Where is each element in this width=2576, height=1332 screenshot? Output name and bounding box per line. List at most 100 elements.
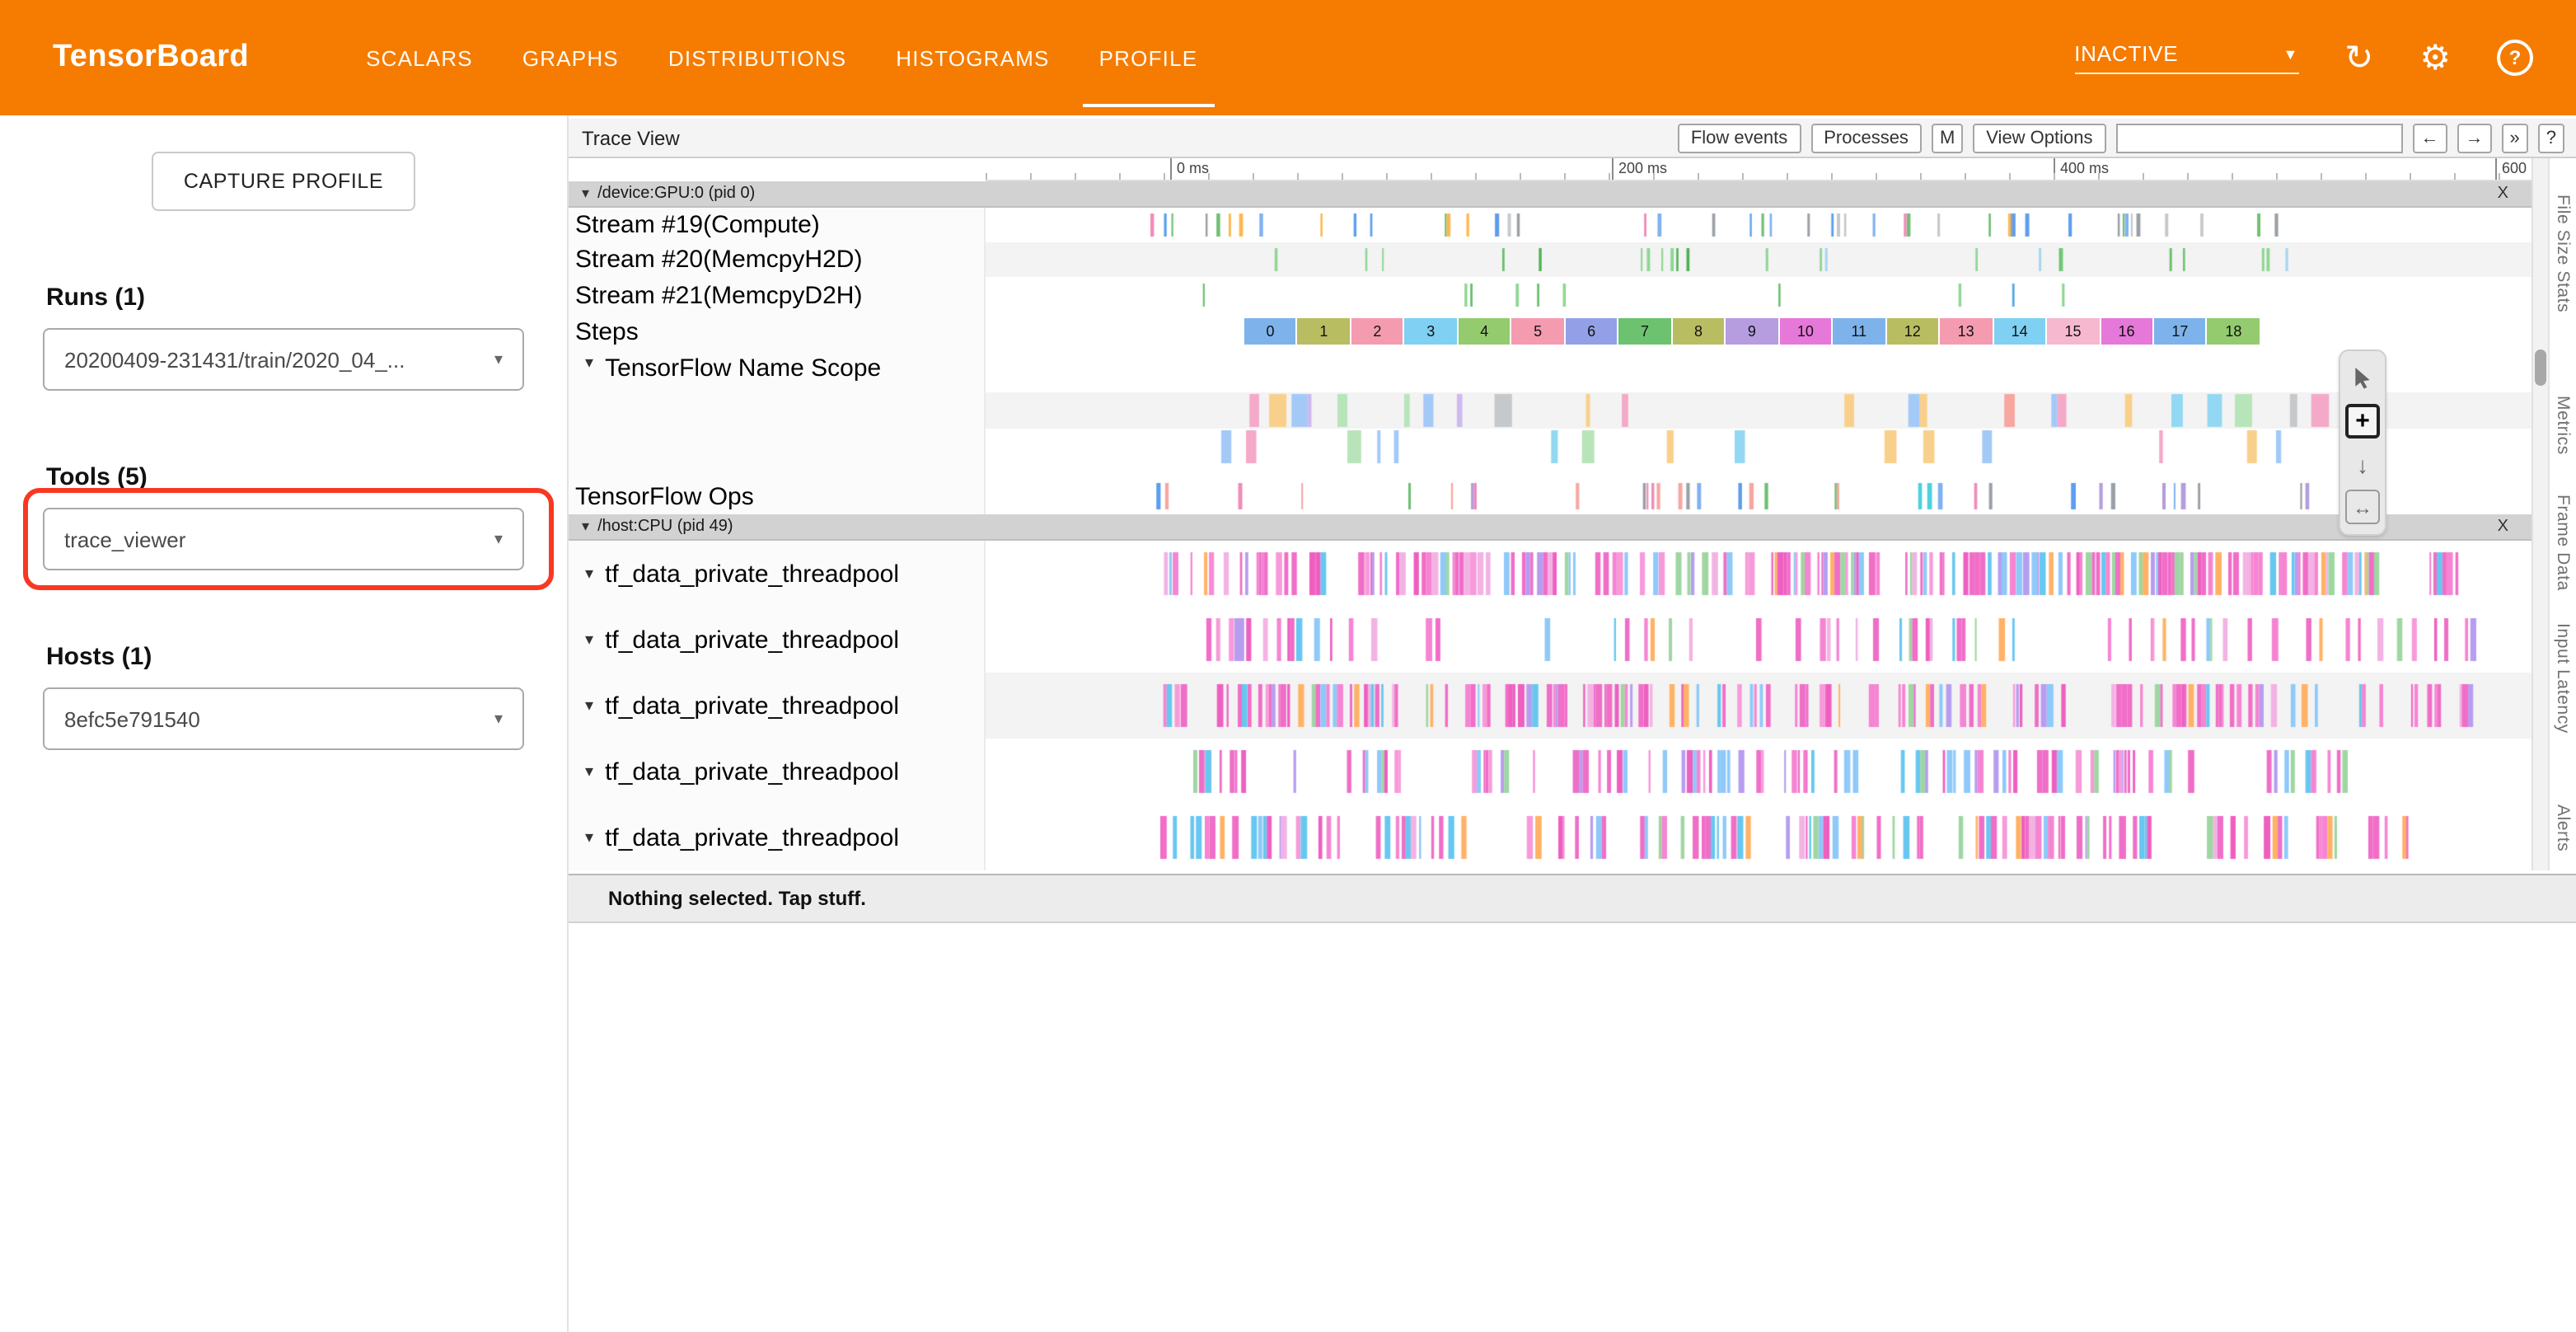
step-block[interactable]: 7: [1619, 318, 1671, 345]
tab-frame-data[interactable]: Frame Data: [2553, 495, 2573, 591]
step-block[interactable]: 17: [2154, 318, 2206, 345]
refresh-icon[interactable]: ↻: [2344, 40, 2373, 75]
forward-button[interactable]: →: [2457, 123, 2492, 152]
track-label[interactable]: ▾ tf_data_private_threadpool: [569, 673, 986, 739]
track-label[interactable]: ▾ tf_data_private_threadpool: [569, 804, 986, 870]
track-label[interactable]: ▾ tf_data_private_threadpool: [569, 541, 986, 607]
trace-canvas[interactable]: [986, 478, 2532, 514]
step-block[interactable]: 6: [1566, 318, 1618, 345]
capture-profile-button[interactable]: CAPTURE PROFILE: [152, 152, 415, 211]
m-button[interactable]: M: [1932, 123, 1963, 152]
trace-canvas[interactable]: [986, 541, 2532, 607]
tools-dropdown[interactable]: trace_viewer ▾: [43, 508, 524, 570]
flow-events-button[interactable]: Flow events: [1678, 123, 1801, 152]
step-block[interactable]: 13: [1940, 318, 1992, 345]
tab-metrics[interactable]: Metrics: [2553, 396, 2573, 455]
processes-button[interactable]: Processes: [1810, 123, 1922, 152]
runs-dropdown[interactable]: 20200409-231431/train/2020_04_... ▾: [43, 328, 524, 391]
trace-canvas[interactable]: [986, 208, 2532, 242]
track-timeline[interactable]: [986, 607, 2532, 673]
step-block[interactable]: 3: [1405, 318, 1457, 345]
name-scope-band[interactable]: [986, 429, 2532, 465]
tab-alerts[interactable]: Alerts: [2553, 804, 2573, 851]
gear-icon[interactable]: ⚙: [2419, 40, 2451, 75]
step-block[interactable]: 0: [1244, 318, 1296, 345]
tab-file-size-stats[interactable]: File Size Stats: [2553, 195, 2573, 312]
track-timeline[interactable]: [986, 242, 2532, 277]
step-block[interactable]: 2: [1351, 318, 1403, 345]
track-label[interactable]: ▾ tf_data_private_threadpool: [569, 739, 986, 804]
collapse-icon[interactable]: ▾: [582, 518, 589, 536]
trace-canvas[interactable]: [986, 607, 2532, 673]
tab-graphs[interactable]: GRAPHS: [498, 0, 644, 115]
toolbar-help-button[interactable]: ?: [2538, 123, 2564, 152]
step-block[interactable]: 5: [1512, 318, 1564, 345]
track-timeline[interactable]: [986, 739, 2532, 804]
vertical-scrollbar[interactable]: [2532, 158, 2548, 870]
trace-canvas[interactable]: [986, 242, 2532, 277]
view-options-button[interactable]: View Options: [1973, 123, 2105, 152]
tab-input-latency[interactable]: Input Latency: [2553, 623, 2573, 734]
step-block[interactable]: 10: [1779, 318, 1831, 345]
track-timeline[interactable]: 0123456789101112131415161718: [986, 313, 2532, 349]
collapse-icon[interactable]: ▾: [585, 565, 593, 583]
trace-canvas[interactable]: [986, 392, 2532, 429]
help-icon[interactable]: ?: [2497, 40, 2533, 76]
tab-scalars[interactable]: SCALARS: [341, 0, 498, 115]
collapse-icon[interactable]: ▾: [582, 185, 589, 203]
step-block[interactable]: 12: [1886, 318, 1938, 345]
step-block[interactable]: 1: [1298, 318, 1350, 345]
select-tool-icon[interactable]: [2345, 361, 2380, 396]
tab-distributions[interactable]: DISTRIBUTIONS: [644, 0, 871, 115]
collapse-icon[interactable]: ▾: [585, 762, 593, 781]
trace-canvas[interactable]: [986, 429, 2532, 465]
step-block[interactable]: 14: [1993, 318, 2045, 345]
trace-canvas[interactable]: [986, 673, 2532, 739]
zoom-tool-icon[interactable]: +: [2345, 404, 2380, 439]
scrollbar-thumb[interactable]: [2535, 349, 2546, 386]
track-label[interactable]: TensorFlow Ops: [569, 478, 986, 514]
collapse-icon[interactable]: ▾: [585, 354, 593, 373]
track-label[interactable]: Stream #19(Compute): [569, 208, 986, 242]
track-label[interactable]: Steps: [569, 313, 986, 349]
trace-search-input[interactable]: [2116, 123, 2403, 152]
collapse-icon[interactable]: ▾: [585, 828, 593, 847]
track-timeline[interactable]: [986, 478, 2532, 514]
status-dropdown[interactable]: INACTIVE ▼: [2074, 41, 2298, 74]
track-timeline[interactable]: [986, 804, 2532, 870]
trace-canvas[interactable]: [986, 804, 2532, 870]
pan-tool-icon[interactable]: ↓: [2345, 447, 2380, 481]
step-block[interactable]: 18: [2208, 318, 2260, 345]
step-block[interactable]: 15: [2047, 318, 2099, 345]
name-scope-band[interactable]: [986, 392, 2532, 429]
cpu-section-header[interactable]: ▾ /host:CPU (pid 49) X: [569, 514, 2532, 541]
gpu-section-header[interactable]: ▾ /device:GPU:0 (pid 0) X: [569, 181, 2532, 208]
threadpool-label: tf_data_private_threadpool: [605, 626, 899, 654]
track-timeline[interactable]: [986, 349, 2532, 478]
step-block[interactable]: 16: [2101, 318, 2152, 345]
hosts-dropdown[interactable]: 8efc5e791540 ▾: [43, 687, 524, 750]
step-block[interactable]: 8: [1673, 318, 1725, 345]
track-label[interactable]: ▾ tf_data_private_threadpool: [569, 607, 986, 673]
track-label[interactable]: Stream #20(MemcpyH2D): [569, 242, 986, 277]
track-timeline[interactable]: [986, 541, 2532, 607]
tab-histograms[interactable]: HISTOGRAMS: [871, 0, 1074, 115]
timing-tool-icon[interactable]: ↔: [2345, 490, 2380, 524]
track-label[interactable]: Stream #21(MemcpyD2H): [569, 277, 986, 313]
collapse-icon[interactable]: ▾: [585, 631, 593, 649]
track-timeline[interactable]: [986, 673, 2532, 739]
close-icon[interactable]: X: [2498, 518, 2508, 536]
close-icon[interactable]: X: [2498, 185, 2508, 203]
collapse-icon[interactable]: ▾: [585, 696, 593, 715]
track-label[interactable]: ▾ TensorFlow Name Scope: [569, 349, 986, 478]
more-button[interactable]: »: [2502, 123, 2528, 152]
tab-profile[interactable]: PROFILE: [1075, 0, 1223, 115]
step-block[interactable]: 9: [1726, 318, 1777, 345]
track-timeline[interactable]: [986, 208, 2532, 242]
back-button[interactable]: ←: [2413, 123, 2447, 152]
trace-canvas[interactable]: [986, 277, 2532, 313]
step-block[interactable]: 4: [1459, 318, 1510, 345]
step-block[interactable]: 11: [1833, 318, 1885, 345]
track-timeline[interactable]: [986, 277, 2532, 313]
trace-canvas[interactable]: [986, 739, 2532, 804]
